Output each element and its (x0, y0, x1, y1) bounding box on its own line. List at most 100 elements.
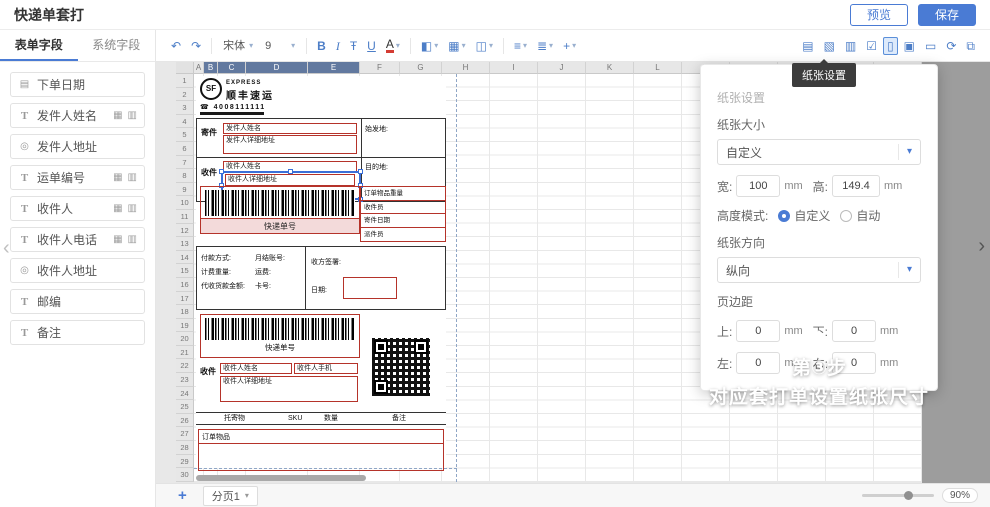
recipient-name-field-2[interactable]: 收件人姓名 (220, 363, 292, 374)
qrcode-icon[interactable]: ▦ (113, 203, 122, 214)
qrcode-icon[interactable]: ▦ (113, 234, 122, 245)
row-header-9[interactable]: 9 (176, 183, 194, 197)
paper-size-select[interactable]: 自定义 ▾ (717, 139, 921, 165)
redo-icon[interactable]: ↷ (187, 37, 205, 55)
barcode-box-1[interactable]: 快递单号 (200, 186, 360, 234)
horizontal-scrollbar[interactable] (196, 475, 366, 481)
row-header-24[interactable]: 24 (176, 387, 194, 401)
paper-settings-icon[interactable]: ▯ (883, 37, 898, 55)
column-header-F[interactable]: F (360, 62, 400, 74)
row-header-20[interactable]: 20 (176, 332, 194, 346)
field-item-3[interactable]: ◎发件人地址 (10, 134, 145, 159)
field-item-4[interactable]: T运单编号▦▥ (10, 165, 145, 190)
font-size-select[interactable]: 9▾ (260, 37, 300, 55)
qrcode-icon[interactable]: ▦ (113, 110, 122, 121)
row-header-22[interactable]: 22 (176, 359, 194, 373)
collapse-sidebar-icon[interactable]: ‹ (3, 238, 10, 258)
field-item-9[interactable]: T备注 (10, 320, 145, 345)
column-header-D[interactable]: D (246, 62, 308, 74)
row-header-7[interactable]: 7 (176, 156, 194, 170)
row-header-17[interactable]: 17 (176, 292, 194, 306)
row-header-26[interactable]: 26 (176, 414, 194, 428)
font-color-icon[interactable]: A▾ (382, 37, 404, 55)
chart-icon[interactable]: ▥ (841, 37, 860, 55)
date-field[interactable] (343, 277, 397, 299)
align-vertical-icon[interactable]: ≣▾ (533, 37, 557, 55)
zoom-slider-thumb[interactable] (904, 491, 913, 500)
underline-icon[interactable]: U (363, 37, 380, 55)
row-header-12[interactable]: 12 (176, 224, 194, 238)
expand-panel-icon[interactable]: › (978, 236, 985, 256)
radio-auto[interactable]: 自动 (840, 207, 880, 224)
row-header-18[interactable]: 18 (176, 305, 194, 319)
row-header-10[interactable]: 10 (176, 196, 194, 210)
row-header-6[interactable]: 6 (176, 142, 194, 156)
row-header-30[interactable]: 30 (176, 468, 194, 482)
undo-icon[interactable]: ↶ (167, 37, 185, 55)
insert-icon[interactable]: +▾ (559, 37, 580, 55)
recipient-address-field-2[interactable]: 收件人详细地址 (220, 376, 358, 402)
font-family-select[interactable]: 宋体▾ (218, 37, 258, 55)
row-header-11[interactable]: 11 (176, 210, 194, 224)
preview-button[interactable]: 预览 (850, 4, 908, 26)
row-header-23[interactable]: 23 (176, 373, 194, 387)
freeze-icon[interactable]: ▤ (798, 37, 817, 55)
strikethrough-icon[interactable]: Ŧ (346, 37, 361, 55)
sender-address-field[interactable]: 发件人详细地址 (223, 135, 357, 154)
row-header-8[interactable]: 8 (176, 169, 194, 183)
row-header-13[interactable]: 13 (176, 237, 194, 251)
shipping-label[interactable]: SF EXPRESS 顺丰速运 ☎ 4008111111 寄件 发件人姓名 发件… (196, 76, 446, 468)
refresh-icon[interactable]: ⟳ (942, 37, 960, 55)
row-header-4[interactable]: 4 (176, 115, 194, 129)
row-header-2[interactable]: 2 (176, 88, 194, 102)
row-header-16[interactable]: 16 (176, 278, 194, 292)
copy-icon[interactable]: ⧉ (962, 37, 979, 55)
bold-icon[interactable]: B (313, 37, 330, 55)
merge-cells-icon[interactable]: ◫▾ (472, 37, 497, 55)
print-icon[interactable]: ▣ (900, 37, 919, 55)
tab-form-fields[interactable]: 表单字段 (0, 30, 78, 61)
qrcode-icon[interactable]: ▦ (113, 172, 122, 183)
add-sheet-button[interactable]: + (178, 486, 187, 506)
align-horizontal-icon[interactable]: ≡▾ (510, 37, 531, 55)
sender-name-field[interactable]: 发件人姓名 (223, 123, 357, 134)
column-header-H[interactable]: H (442, 62, 490, 74)
image-icon[interactable]: ▧ (820, 37, 839, 55)
field-item-1[interactable]: ▤下单日期 (10, 72, 145, 97)
width-input[interactable] (736, 175, 780, 197)
height-input[interactable] (832, 175, 880, 197)
field-item-8[interactable]: T邮编 (10, 289, 145, 314)
column-header-J[interactable]: J (538, 62, 586, 74)
column-header-B[interactable]: B (204, 62, 218, 74)
column-header-I[interactable]: I (490, 62, 538, 74)
row-header-5[interactable]: 5 (176, 128, 194, 142)
column-header-G[interactable]: G (400, 62, 442, 74)
select-all-corner[interactable] (176, 62, 194, 74)
column-header-K[interactable]: K (586, 62, 634, 74)
zoom-slider[interactable] (862, 494, 934, 497)
column-header-A[interactable]: A (194, 62, 204, 74)
barcode-icon[interactable]: ▥ (128, 203, 137, 214)
column-header-E[interactable]: E (308, 62, 360, 74)
barcode-box-2[interactable]: 快递单号 (200, 314, 360, 358)
row-header-21[interactable]: 21 (176, 346, 194, 360)
checkbox-icon[interactable]: ☑ (862, 37, 881, 55)
order-items-field[interactable]: 订单物品 (198, 429, 444, 471)
row-header-29[interactable]: 29 (176, 455, 194, 469)
sheet-tab[interactable]: 分页1 ▾ (203, 486, 258, 506)
column-header-L[interactable]: L (634, 62, 682, 74)
italic-icon[interactable]: I (332, 37, 344, 55)
row-header-25[interactable]: 25 (176, 400, 194, 414)
page-setup-icon[interactable]: ▭ (921, 37, 940, 55)
field-item-2[interactable]: T发件人姓名▦▥ (10, 103, 145, 128)
field-item-7[interactable]: ◎收件人地址 (10, 258, 145, 283)
recipient-phone-field[interactable]: 收件人手机 (294, 363, 358, 374)
row-header-3[interactable]: 3 (176, 101, 194, 115)
field-item-5[interactable]: T收件人▦▥ (10, 196, 145, 221)
borders-icon[interactable]: ▦▾ (444, 37, 469, 55)
save-button[interactable]: 保存 (918, 4, 976, 26)
barcode-icon[interactable]: ▥ (128, 110, 137, 121)
row-header-14[interactable]: 14 (176, 251, 194, 265)
row-header-19[interactable]: 19 (176, 319, 194, 333)
row-header-27[interactable]: 27 (176, 427, 194, 441)
